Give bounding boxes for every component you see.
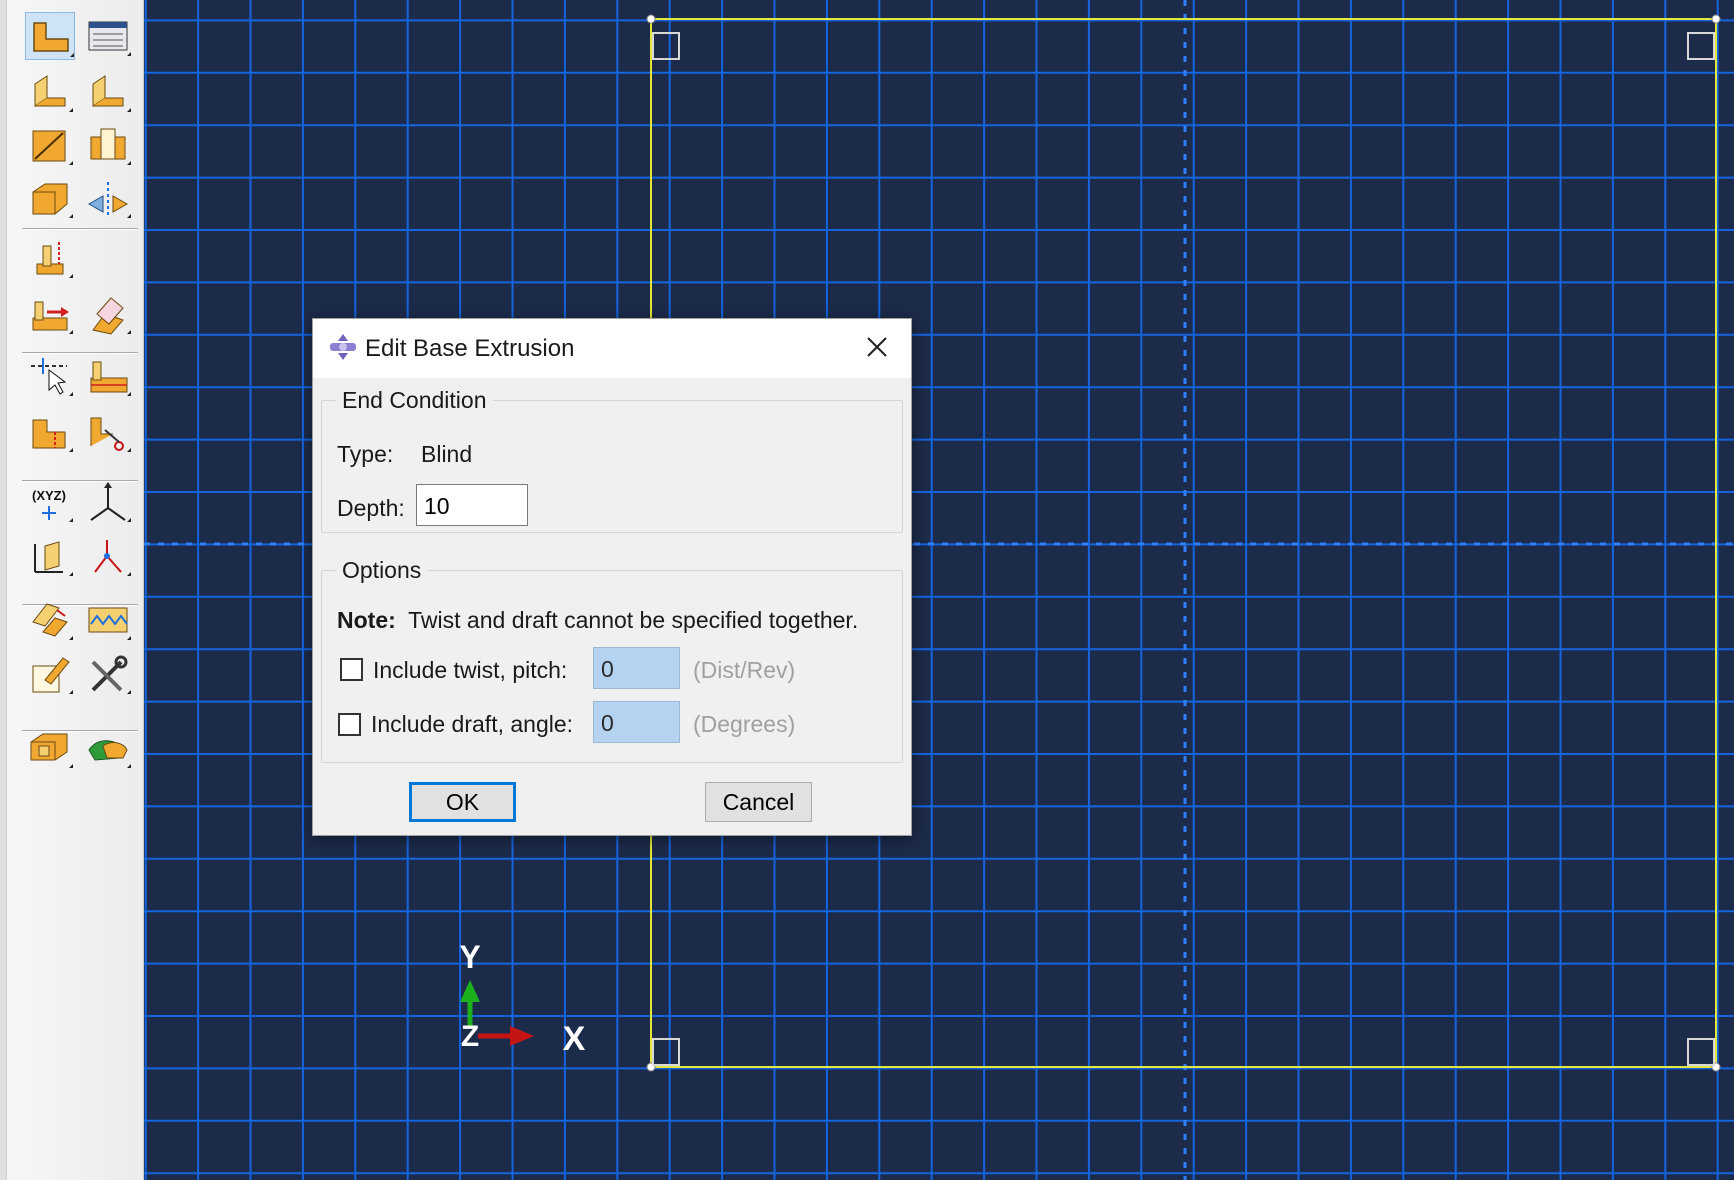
datum-point-tool-button[interactable] — [25, 234, 75, 282]
toolbox-dock-edge — [0, 0, 7, 1180]
edit-feature-icon — [32, 603, 73, 640]
sketch-vertex[interactable] — [1711, 14, 1721, 24]
create-solid-extrude-tool-button[interactable] — [25, 68, 75, 116]
create-assembly-tool-button[interactable] — [25, 724, 75, 772]
create-assembly-icon — [30, 733, 73, 768]
cancel-button[interactable]: Cancel — [705, 782, 812, 822]
triad-z-label: Z — [461, 1020, 479, 1053]
mirror-tool-button[interactable] — [83, 174, 133, 222]
partition-cell-tool-button[interactable] — [25, 408, 75, 456]
include-draft-checkbox[interactable] — [338, 713, 361, 736]
part-manager-icon — [88, 21, 131, 56]
note-label: Note: Twist and draft cannot be specifie… — [337, 607, 858, 634]
tools-tool-button[interactable] — [83, 650, 133, 698]
x-axis-arrow — [510, 1026, 534, 1046]
edit-sketch-icon — [32, 657, 73, 694]
coordinate-query-tool-button[interactable]: (XYZ) — [25, 478, 75, 526]
dialog-title: Edit Base Extrusion — [365, 335, 575, 362]
create-shell-tool-button[interactable] — [83, 68, 133, 116]
draft-angle-input[interactable]: 0 — [593, 701, 680, 743]
y-axis-arrow — [460, 980, 480, 1002]
triad-y-label: Y — [459, 939, 480, 975]
perpendicular-constraint-marker — [1687, 1038, 1715, 1066]
depth-input[interactable]: 10 — [416, 484, 528, 526]
include-draft-label[interactable]: Include draft, angle: — [371, 711, 573, 738]
twist-pitch-input[interactable]: 0 — [593, 647, 680, 689]
cut-partition-tool-button[interactable] — [83, 408, 133, 456]
include-twist-checkbox[interactable] — [340, 658, 363, 681]
twist-unit: (Dist/Rev) — [693, 657, 796, 683]
wrap-icon — [88, 740, 131, 768]
close-button[interactable] — [855, 327, 899, 367]
datum-csys-icon — [90, 482, 131, 522]
create-part-icon — [33, 22, 74, 57]
measure-distance-icon — [34, 541, 73, 576]
partition-icon — [31, 358, 73, 396]
type-value: Blind — [421, 441, 473, 467]
datum-triad-tool-button[interactable] — [83, 532, 133, 580]
datum-axis-tool-button[interactable] — [25, 290, 75, 338]
perpendicular-constraint-marker — [652, 32, 680, 60]
partition-tool-button[interactable] — [25, 352, 75, 400]
perpendicular-constraint-marker — [1687, 32, 1715, 60]
datum-axis-icon — [32, 301, 73, 334]
edit-base-extrusion-dialog: Edit Base Extrusion End Condition Type: … — [312, 318, 912, 836]
close-icon — [867, 337, 887, 357]
regenerate-icon — [88, 607, 131, 640]
datum-triad-icon — [94, 540, 131, 576]
type-label: Type: — [337, 441, 394, 467]
coordinate-query-icon: (XYZ) — [32, 488, 73, 522]
regenerate-tool-button[interactable] — [83, 596, 133, 644]
draft-unit: (Degrees) — [693, 711, 796, 737]
create-shell-icon — [92, 75, 131, 112]
include-twist-label[interactable]: Include twist, pitch: — [373, 657, 567, 684]
note-text: Twist and draft cannot be specified toge… — [408, 607, 859, 633]
create-cut-icon — [90, 128, 131, 165]
cut-partition-icon — [90, 417, 131, 452]
dialog-titlebar[interactable]: Edit Base Extrusion — [313, 319, 911, 378]
triad-x-label: X — [563, 1020, 586, 1058]
wrap-tool-button[interactable] — [83, 724, 133, 772]
create-cut-tool-button[interactable] — [83, 121, 133, 169]
view-triad: Y Z X — [459, 939, 586, 1058]
create-wire-tool-button[interactable] — [25, 121, 75, 169]
create-solid-extrude-icon — [34, 75, 73, 112]
sketch-vertex[interactable] — [646, 14, 656, 24]
toolbox-panel: (XYZ) — [0, 0, 144, 1180]
create-round-tool-button[interactable] — [25, 174, 75, 222]
partition-face-tool-button[interactable] — [83, 352, 133, 400]
abaqus-app-icon — [330, 334, 356, 360]
svg-text:(XYZ): (XYZ) — [32, 488, 66, 503]
datum-csys-tool-button[interactable] — [83, 478, 133, 526]
create-part-tool-button[interactable] — [25, 12, 75, 60]
partition-face-icon — [90, 361, 131, 396]
edit-feature-tool-button[interactable] — [25, 596, 75, 644]
repair-icon — [92, 297, 131, 335]
note-bold: Note: — [337, 607, 396, 633]
end-condition-group: End Condition — [321, 387, 903, 533]
part-manager-tool-button[interactable] — [83, 12, 133, 60]
mirror-icon — [87, 182, 131, 218]
end-condition-legend: End Condition — [342, 387, 487, 413]
datum-point-icon — [36, 242, 73, 278]
perpendicular-constraint-marker — [652, 1038, 680, 1066]
depth-label: Depth: — [337, 495, 405, 521]
options-legend: Options — [342, 557, 422, 583]
create-wire-icon — [32, 130, 73, 165]
ok-button[interactable]: OK — [409, 782, 516, 822]
partition-cell-icon — [32, 419, 73, 452]
repair-tool-button[interactable] — [83, 290, 133, 338]
tools-icon — [91, 655, 131, 694]
measure-distance-tool-button[interactable] — [25, 532, 75, 580]
toolbox-separator — [22, 228, 138, 230]
edit-sketch-tool-button[interactable] — [25, 650, 75, 698]
create-round-icon — [32, 183, 73, 218]
